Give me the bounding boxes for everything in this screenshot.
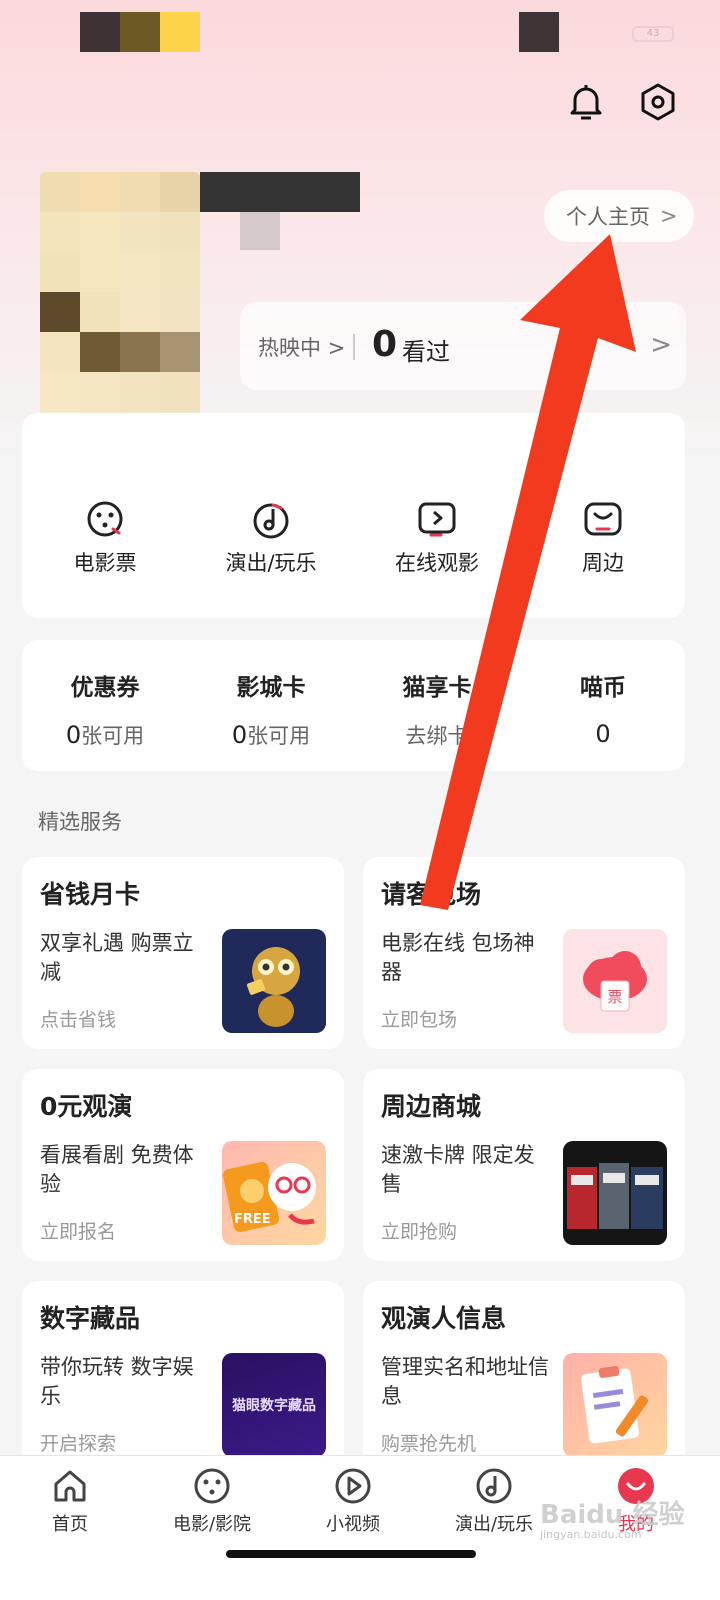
service-desc: 带你玩转 数字娱乐 [40,1355,194,1408]
service-desc: 双享礼遇 购票立减 [40,931,194,984]
order-merchandise[interactable]: 周边 [520,499,686,577]
username-redacted [200,172,360,212]
service-link[interactable]: 立即报名 [40,1217,116,1244]
status-pixel [120,12,160,52]
service-image [563,1353,667,1457]
service-desc: 电影在线 包场神器 [381,931,535,984]
service-desc: 速激卡牌 限定发售 [381,1143,535,1196]
order-online-viewing[interactable]: 在线观影 [354,499,520,577]
service-card-monthly-card[interactable]: 省钱月卡 双享礼遇 购票立减 点击省钱 [22,857,344,1049]
order-label: 在线观影 [395,551,479,575]
order-label: 电影票 [73,551,137,575]
watch-stats-bar[interactable]: 热映中 > 0 看过 > [240,302,686,390]
status-pixel [80,12,120,52]
service-link[interactable]: 点击省钱 [40,1005,116,1032]
film-reel-icon [87,501,123,537]
svg-text:票: 票 [607,988,622,1006]
chevron-right-icon: > [327,336,346,360]
wallet-coupons[interactable]: 优惠券 0张可用 [22,668,188,750]
battery-icon: 43 [632,26,674,42]
username-redacted [240,212,280,250]
service-card-private-screening[interactable]: 请客包场 电影在线 包场神器 立即包场 票 [363,857,685,1049]
service-card-attendee-info[interactable]: 观演人信息 管理实名和地址信息 购票抢先机 [363,1281,685,1473]
tab-label: 演出/玩乐 [454,1514,534,1535]
service-title: 观演人信息 [381,1304,507,1333]
divider [353,334,355,360]
service-link[interactable]: 购票抢先机 [381,1429,476,1456]
tab-short-videos[interactable]: 小视频 [303,1466,403,1536]
orders-card: 电影票 演出/玩乐 在线观影 周边 [22,413,685,618]
section-title: 精选服务 [38,810,122,834]
service-title: 省钱月卡 [40,880,141,909]
wallet-title: 影城卡 [236,675,306,701]
order-label: 演出/玩乐 [225,551,317,575]
music-note-icon [476,1468,512,1504]
service-card-digital-collectibles[interactable]: 数字藏品 带你玩转 数字娱乐 开启探索 猫眼数字藏品 [22,1281,344,1473]
chevron-right-icon: > [660,204,678,228]
service-image [222,929,326,1033]
wallet-unit: 去绑卡 [405,724,469,748]
tab-movies-cinemas[interactable]: 电影/影院 [162,1466,262,1536]
wallet-unit: 张可用 [81,724,145,748]
watched-label: 看过 [402,338,450,366]
wallet-title: 猫享卡 [402,675,472,701]
wallet-title: 喵币 [580,675,626,701]
tab-home[interactable]: 首页 [20,1466,120,1536]
play-screen-icon [418,502,456,537]
service-title: 数字藏品 [40,1304,141,1333]
service-card-free-shows[interactable]: 0元观演 看展看剧 免费体验 立即报名 FREE [22,1069,344,1261]
service-title: 请客包场 [381,880,482,909]
wallet-count: 0 [595,720,611,748]
music-note-icon [253,503,289,539]
now-showing-link[interactable]: 热映中 > [258,332,345,362]
service-title: 0元观演 [40,1092,133,1121]
service-image: 票 [563,929,667,1033]
service-image-text: 猫眼数字藏品 [232,1398,316,1414]
smile-box-icon [584,502,622,536]
watermark-brand: Baidu 经验 [540,1500,685,1530]
service-image [563,1141,667,1245]
order-label: 周边 [582,551,624,575]
tab-shows-fun[interactable]: 演出/玩乐 [444,1466,544,1536]
service-image: FREE [222,1141,326,1245]
tab-label: 首页 [52,1514,88,1535]
watched-count: 0 [372,324,398,365]
service-link[interactable]: 立即抢购 [381,1217,457,1244]
play-circle-icon [335,1468,371,1504]
personal-homepage-button[interactable]: 个人主页 > [544,190,694,242]
svg-text:FREE: FREE [234,1212,271,1227]
tab-label: 电影/影院 [172,1514,252,1535]
status-pixel [519,12,559,52]
service-desc: 看展看剧 免费体验 [40,1143,194,1196]
order-movie-tickets[interactable]: 电影票 [22,499,188,577]
service-image: 猫眼数字藏品 [222,1353,326,1457]
settings-hex-icon[interactable] [636,80,680,124]
wallet-cat-card[interactable]: 猫享卡 去绑卡 [354,668,520,750]
service-link[interactable]: 开启探索 [40,1429,116,1456]
service-desc: 管理实名和地址信息 [381,1355,549,1408]
status-pixel [160,12,200,52]
home-icon [54,1470,86,1502]
film-reel-icon [194,1468,230,1504]
wallet-unit: 张可用 [247,724,311,748]
wallet-cinema-card[interactable]: 影城卡 0张可用 [188,668,354,750]
wallet-title: 优惠券 [70,675,140,701]
bell-icon[interactable] [564,80,608,124]
baidu-jingyan-watermark: Baidu 经验 jingyan.baidu.com [540,1494,710,1544]
wallet-coins[interactable]: 喵币 0 [520,668,686,748]
service-card-merch-store[interactable]: 周边商城 速激卡牌 限定发售 立即抢购 [363,1069,685,1261]
home-indicator[interactable] [226,1550,476,1558]
chevron-right-icon[interactable]: > [650,330,672,360]
tab-label: 小视频 [326,1514,380,1535]
personal-homepage-label: 个人主页 [566,205,650,229]
wallet-count: 0 [231,721,248,749]
order-shows[interactable]: 演出/玩乐 [188,499,354,577]
watermark-url: jingyan.baidu.com [540,1528,642,1541]
service-title: 周边商城 [381,1092,482,1121]
wallet-card: 优惠券 0张可用 影城卡 0张可用 猫享卡 去绑卡 喵币 0 [22,640,685,771]
service-link[interactable]: 立即包场 [381,1005,457,1032]
status-bar: 43 [0,0,720,60]
wallet-count: 0 [65,721,82,749]
